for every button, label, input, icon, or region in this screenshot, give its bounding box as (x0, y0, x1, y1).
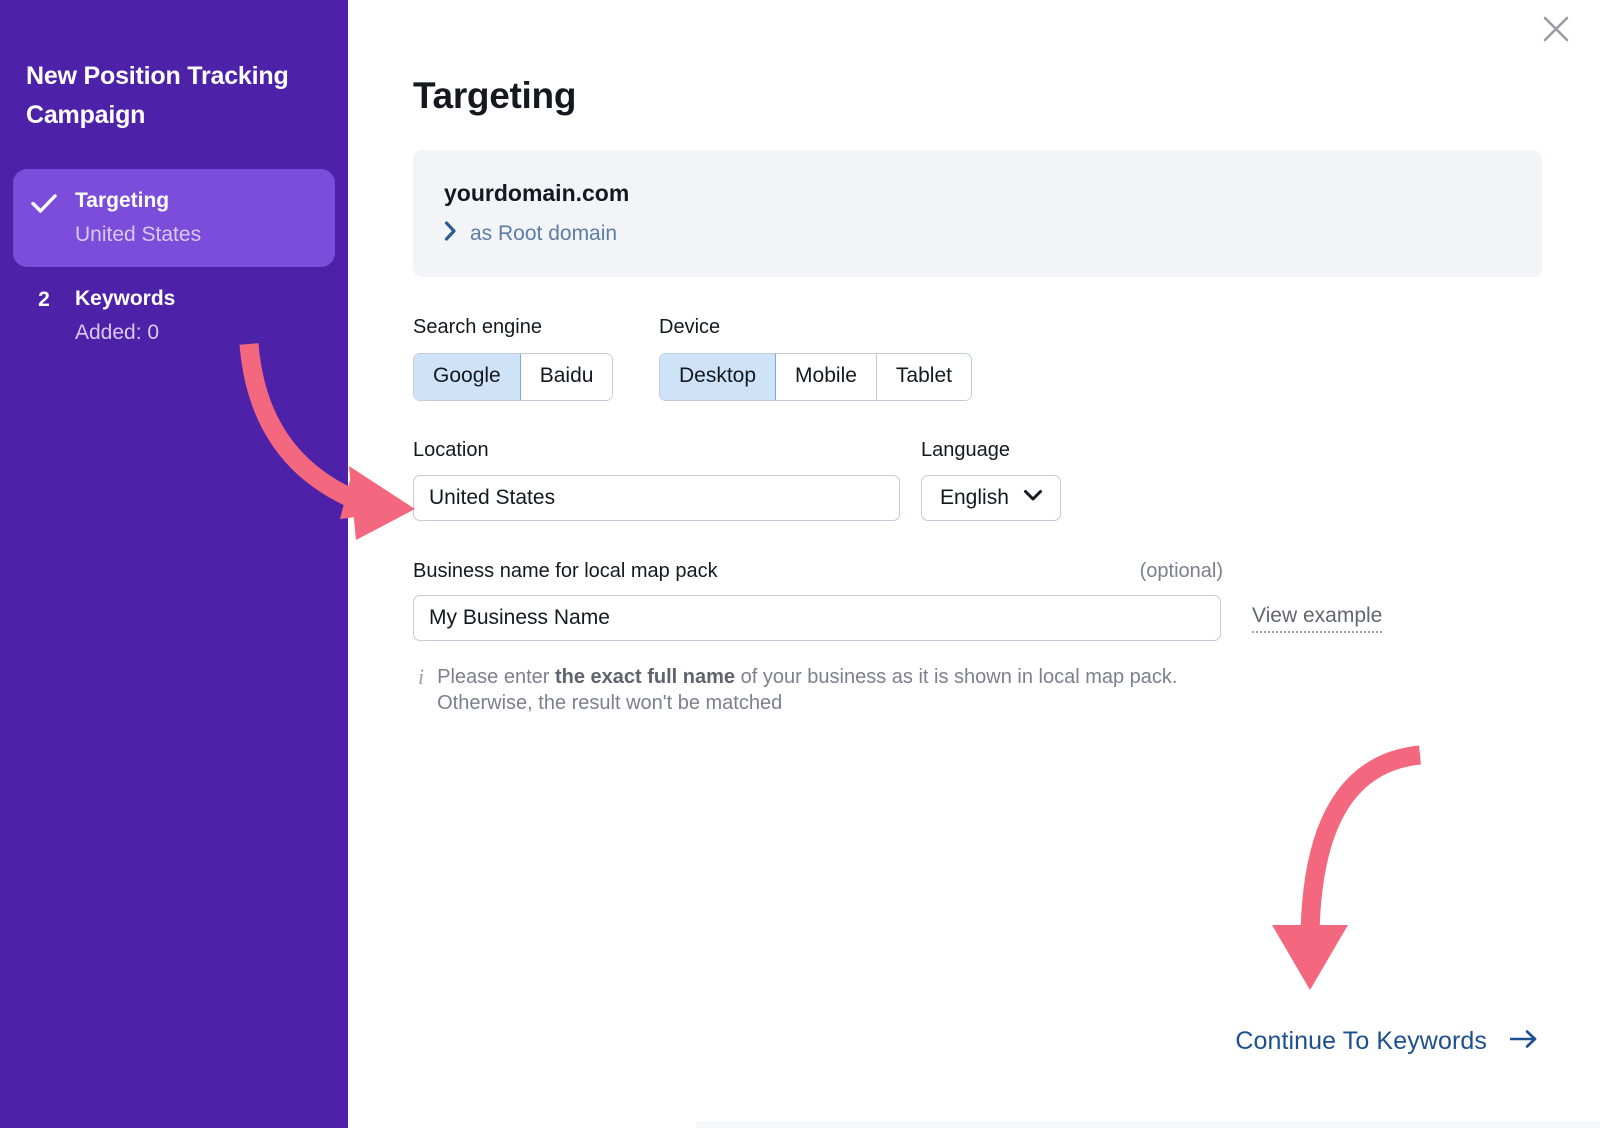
sidebar-step-keywords-number: 2 (38, 288, 50, 311)
business-name-input[interactable] (413, 594, 1221, 641)
business-name-hint: i Please enter the exact full name of yo… (413, 664, 1600, 716)
panel-bottom-edge (696, 1121, 1600, 1128)
device-segmented-control: Desktop Mobile Tablet (659, 352, 972, 401)
hint-bold: the exact full name (554, 665, 736, 688)
step-body: Targeting United States (75, 188, 215, 248)
position-tracking-wizard: New Position Tracking Campaign Targeting… (0, 0, 1600, 1128)
chevron-right-icon (444, 221, 457, 246)
step-body: Keywords Added: 0 (75, 286, 189, 346)
sidebar-step-keywords-sub: Added: 0 (75, 321, 160, 344)
business-name-section: Business name for local map pack (option… (348, 560, 1600, 716)
language-label: Language (921, 438, 1010, 461)
close-button[interactable] (1534, 7, 1578, 51)
language-select[interactable]: English (921, 474, 1061, 521)
sidebar-step-targeting-label: Targeting (75, 189, 170, 212)
search-engine-group: Search engine Google Baidu (413, 315, 659, 401)
device-group: Device Desktop Mobile Tablet (659, 315, 972, 401)
sidebar-step-keywords-label: Keywords (75, 287, 176, 310)
hint-prefix: Please enter (437, 665, 555, 688)
search-engine-option-google[interactable]: Google (414, 353, 521, 400)
info-icon: i (418, 663, 425, 689)
sidebar-step-targeting-sub: United States (75, 223, 202, 246)
location-label: Location (413, 438, 489, 461)
search-engine-option-baidu[interactable]: Baidu (520, 353, 613, 400)
continue-to-keywords-label: Continue To Keywords (1235, 1027, 1487, 1055)
device-option-mobile[interactable]: Mobile (776, 353, 877, 400)
business-name-header: Business name for local map pack (option… (413, 560, 1223, 583)
search-engine-label: Search engine (413, 315, 542, 338)
search-engine-segmented-control: Google Baidu (413, 352, 614, 401)
device-option-desktop[interactable]: Desktop (660, 353, 777, 400)
domain-name: yourdomain.com (444, 179, 630, 206)
targeting-panel: Targeting yourdomain.com as Root domain … (348, 0, 1600, 1128)
continue-to-keywords-button[interactable]: Continue To Keywords (1235, 1027, 1538, 1056)
wizard-step-list: Targeting United States 2 Keywords Added… (0, 169, 348, 365)
domain-card: yourdomain.com as Root domain (413, 149, 1542, 277)
device-option-tablet[interactable]: Tablet (876, 353, 971, 400)
location-input[interactable] (413, 474, 900, 521)
domain-scope-label: as Root domain (470, 221, 618, 245)
location-language-row: Location Language English (348, 438, 1600, 521)
chevron-down-icon (1023, 489, 1043, 507)
close-icon (1543, 16, 1569, 42)
business-name-hint-text: Please enter the exact full name of your… (437, 664, 1227, 716)
arrow-right-icon (1509, 1029, 1538, 1054)
engine-device-row: Search engine Google Baidu Device Deskto… (348, 315, 1600, 401)
step-complete-check-icon (13, 188, 75, 214)
sidebar-step-keywords[interactable]: 2 Keywords Added: 0 (13, 267, 335, 365)
language-select-value: English (940, 485, 1009, 509)
campaign-title: New Position Tracking Campaign (26, 62, 289, 129)
business-name-input-row: View example (413, 594, 1600, 641)
device-label: Device (659, 315, 721, 338)
business-name-optional-tag: (optional) (1139, 559, 1223, 582)
language-group: Language English (921, 438, 1061, 521)
page-title: Targeting (413, 74, 577, 116)
sidebar-step-targeting[interactable]: Targeting United States (13, 169, 335, 267)
location-group: Location (413, 438, 921, 521)
business-name-label: Business name for local map pack (413, 559, 718, 582)
domain-scope-row[interactable]: as Root domain (444, 221, 1542, 247)
view-example-link[interactable]: View example (1252, 603, 1383, 633)
wizard-sidebar: New Position Tracking Campaign Targeting… (0, 0, 348, 1128)
